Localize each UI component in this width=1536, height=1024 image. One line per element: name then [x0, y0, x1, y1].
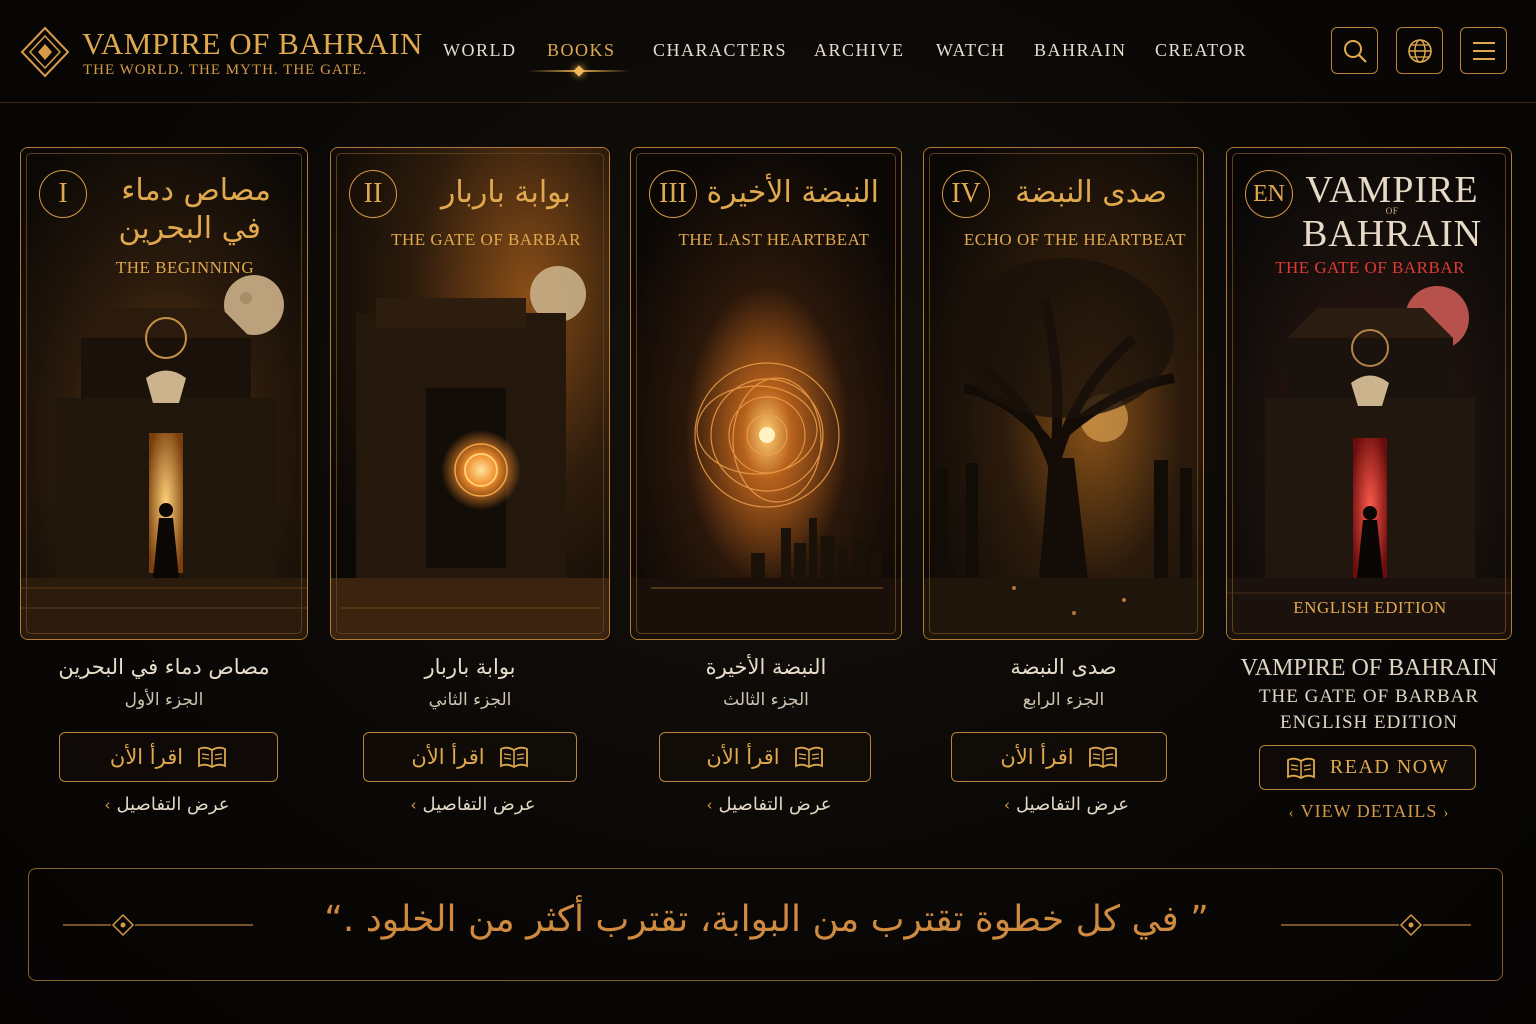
edition-badge: EN	[1245, 170, 1293, 218]
read-now-button-2[interactable]: اقرأ الأن	[363, 732, 577, 782]
cover-arabic-title: النبضة الأخيرة	[706, 175, 879, 210]
cover-english-subtitle: THE LAST HEARTBEAT	[678, 230, 870, 249]
globe-icon	[1407, 38, 1432, 63]
details-label: عرض التفاصيل	[718, 794, 832, 815]
nav-bahrain[interactable]: BAHRAIN	[1034, 40, 1127, 61]
menu-icon	[1472, 41, 1495, 60]
book-title-1: مصاص دماء في البحرين	[58, 655, 270, 679]
chevron-left-icon: ‹	[1003, 796, 1010, 814]
volume-numeral: I	[39, 170, 87, 218]
chevron-left-icon: ‹	[104, 796, 111, 814]
open-book-icon	[1088, 746, 1117, 768]
volume-numeral: IV	[942, 170, 990, 218]
details-label: عرض التفاصيل	[422, 794, 536, 815]
language-button[interactable]	[1396, 27, 1443, 74]
search-icon	[1343, 39, 1367, 63]
nav-creator[interactable]: CREATOR	[1155, 40, 1247, 61]
cover-english-subtitle: ECHO OF THE HEARTBEAT	[963, 230, 1187, 249]
read-now-button-4[interactable]: اقرأ الأن	[951, 732, 1167, 782]
chevron-left-icon: ‹	[410, 796, 417, 814]
book-part-4: الجزء الرابع	[1022, 690, 1105, 710]
book-cover-4[interactable]: IV صدى النبضة ECHO OF THE HEARTBEAT	[923, 147, 1204, 640]
brand-tagline: THE WORLD. THE MYTH. THE GATE.	[83, 62, 368, 78]
nav-watch[interactable]: WATCH	[936, 40, 1006, 61]
cover-arabic-title-line2: في البحرين	[118, 211, 261, 246]
book-cover-1[interactable]: I مصاص دماء في البحرين THE BEGINNING	[20, 147, 308, 640]
book-subtitle-5: THE GATE OF BARBAR	[1258, 686, 1480, 707]
book-part-2: الجزء الثاني	[428, 690, 512, 710]
brand-title[interactable]: VAMPIRE OF BAHRAIN	[82, 26, 423, 62]
view-details-link-1[interactable]: ‹ عرض التفاصيل	[20, 794, 308, 815]
read-now-button-3[interactable]: اقرأ الأن	[659, 732, 871, 782]
view-details-link-3[interactable]: ‹ عرض التفاصيل	[630, 794, 902, 815]
chevron-left-icon: ‹	[1288, 805, 1295, 821]
details-label: VIEW DETAILS	[1300, 801, 1438, 821]
search-button[interactable]	[1331, 27, 1378, 74]
open-book-icon	[794, 746, 823, 768]
nav-active-dot	[573, 65, 585, 77]
cover-red-subtitle: THE GATE OF BARBAR	[1275, 258, 1465, 277]
chevron-right-icon: ›	[1443, 805, 1450, 821]
right-ornament-icon	[1281, 913, 1471, 937]
book-title-2: بوابة باربار	[424, 655, 516, 679]
book-cover-3[interactable]: III النبضة الأخيرة THE LAST HEARTBEAT	[630, 147, 902, 640]
book-title-4: صدى النبضة	[1010, 655, 1117, 679]
read-now-button-5[interactable]: READ NOW	[1259, 745, 1476, 790]
cover-frame	[336, 153, 604, 634]
read-now-label: اقرأ الأن	[411, 745, 485, 769]
book-title-5: VAMPIRE OF BAHRAIN	[1240, 655, 1498, 681]
read-now-label: READ NOW	[1329, 756, 1450, 778]
read-now-label: اقرأ الأن	[706, 745, 780, 769]
book-cover-2[interactable]: II بوابة باربار THE GATE OF BARBAR	[330, 147, 610, 640]
volume-numeral: II	[349, 170, 397, 218]
open-book-icon	[198, 746, 226, 768]
cover-arabic-title-line1: مصاص دماء	[121, 173, 271, 208]
chevron-left-icon: ‹	[706, 796, 713, 814]
book-cover-5[interactable]: EN VAMPIRE OF BAHRAIN THE GATE OF BARBAR…	[1226, 147, 1512, 640]
open-book-icon	[1286, 757, 1315, 779]
view-details-link-2[interactable]: ‹ عرض التفاصيل	[330, 794, 610, 815]
book-title-3: النبضة الأخيرة	[705, 655, 827, 679]
volume-numeral: III	[649, 170, 697, 218]
cover-english-subtitle: THE GATE OF BARBAR	[391, 230, 581, 249]
open-book-icon	[499, 746, 528, 768]
nav-archive[interactable]: ARCHIVE	[814, 40, 905, 61]
cover-arabic-title: صدى النبضة	[1015, 175, 1167, 210]
nav-books[interactable]: BOOKS	[547, 40, 616, 61]
cover-english-subtitle: THE BEGINNING	[115, 258, 255, 277]
menu-button[interactable]	[1460, 27, 1507, 74]
book-part-3: الجزء الثالث	[723, 690, 809, 710]
view-details-link-5[interactable]: ‹ VIEW DETAILS ›	[1226, 801, 1512, 822]
book-part-1: الجزء الأول	[124, 690, 204, 710]
details-label: عرض التفاصيل	[116, 794, 230, 815]
nav-characters[interactable]: CHARACTERS	[653, 40, 787, 61]
book-edition-5: ENGLISH EDITION	[1279, 712, 1459, 733]
read-now-button-1[interactable]: اقرأ الأن	[59, 732, 278, 782]
view-details-link-4[interactable]: ‹ عرض التفاصيل	[923, 794, 1204, 815]
cover-english-title-line2: BAHRAIN	[1301, 213, 1483, 255]
quote-banner: ” في كل خطوة تقترب من البوابة، تقترب أكث…	[28, 868, 1503, 981]
diamond-logo-icon[interactable]	[20, 26, 70, 78]
cover-arabic-title: بوابة باربار	[440, 175, 571, 210]
nav-world[interactable]: WORLD	[443, 40, 517, 61]
details-label: عرض التفاصيل	[1015, 794, 1129, 815]
read-now-label: اقرأ الأن	[1000, 745, 1074, 769]
cover-frame	[929, 153, 1198, 634]
site-header: VAMPIRE OF BAHRAIN THE WORLD. THE MYTH. …	[0, 0, 1536, 103]
cover-edition: ENGLISH EDITION	[1293, 598, 1447, 617]
read-now-label: اقرأ الأن	[109, 745, 184, 769]
cover-frame	[636, 153, 896, 634]
